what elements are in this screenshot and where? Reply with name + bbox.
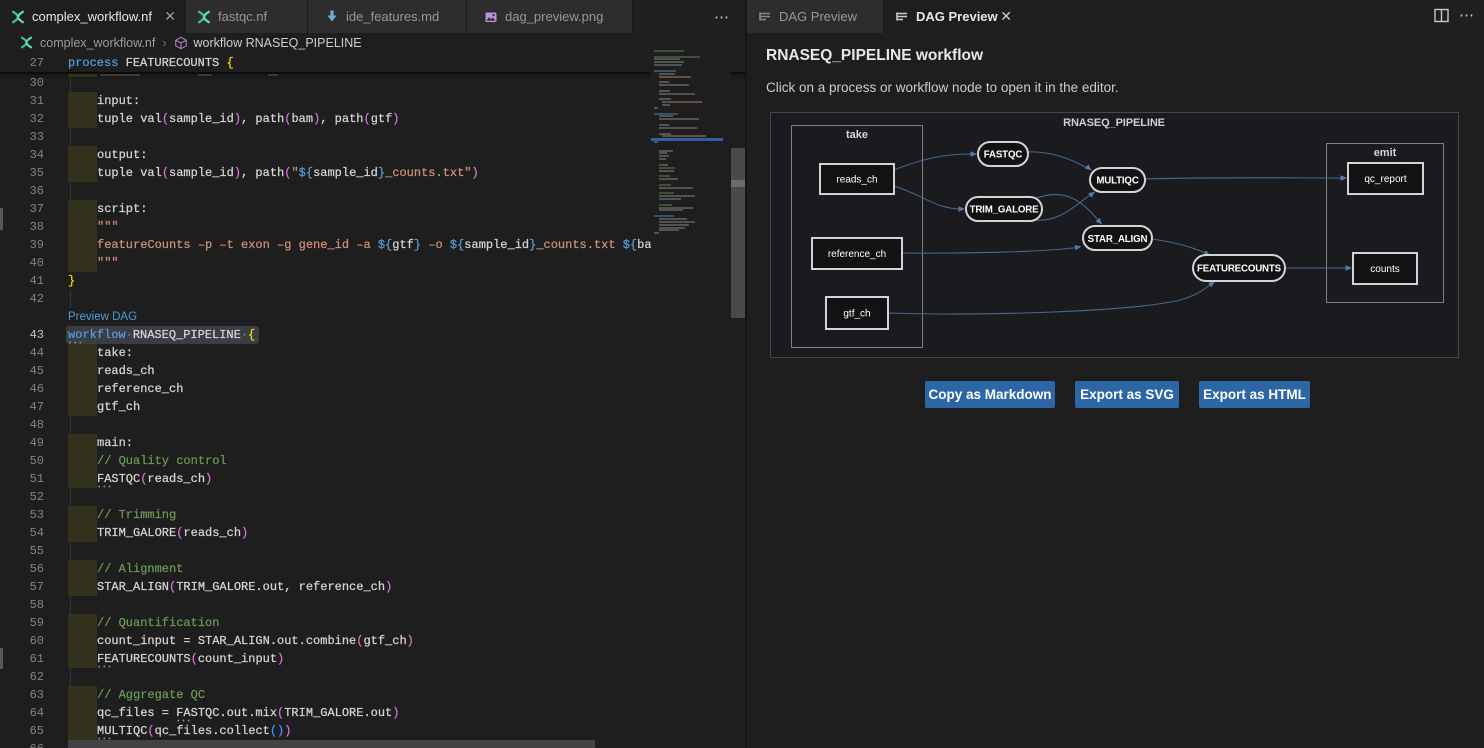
svg-text:emit: emit [1374,147,1397,159]
svg-text:take: take [846,129,868,141]
svg-text:RNASEQ_PIPELINE: RNASEQ_PIPELINE [1063,117,1165,129]
svg-text:STAR_ALIGN: STAR_ALIGN [1088,234,1148,245]
svg-text:counts: counts [1370,264,1399,275]
svg-text:gtf_ch: gtf_ch [843,309,870,320]
svg-text:FEATURECOUNTS: FEATURECOUNTS [1197,263,1282,274]
svg-text:reads_ch: reads_ch [836,175,877,186]
svg-text:reference_ch: reference_ch [828,249,886,260]
svg-text:TRIM_GALORE: TRIM_GALORE [970,205,1040,216]
svg-text:qc_report: qc_report [1364,174,1406,185]
svg-text:FASTQC: FASTQC [984,150,1023,161]
svg-text:MULTIQC: MULTIQC [1096,176,1139,187]
